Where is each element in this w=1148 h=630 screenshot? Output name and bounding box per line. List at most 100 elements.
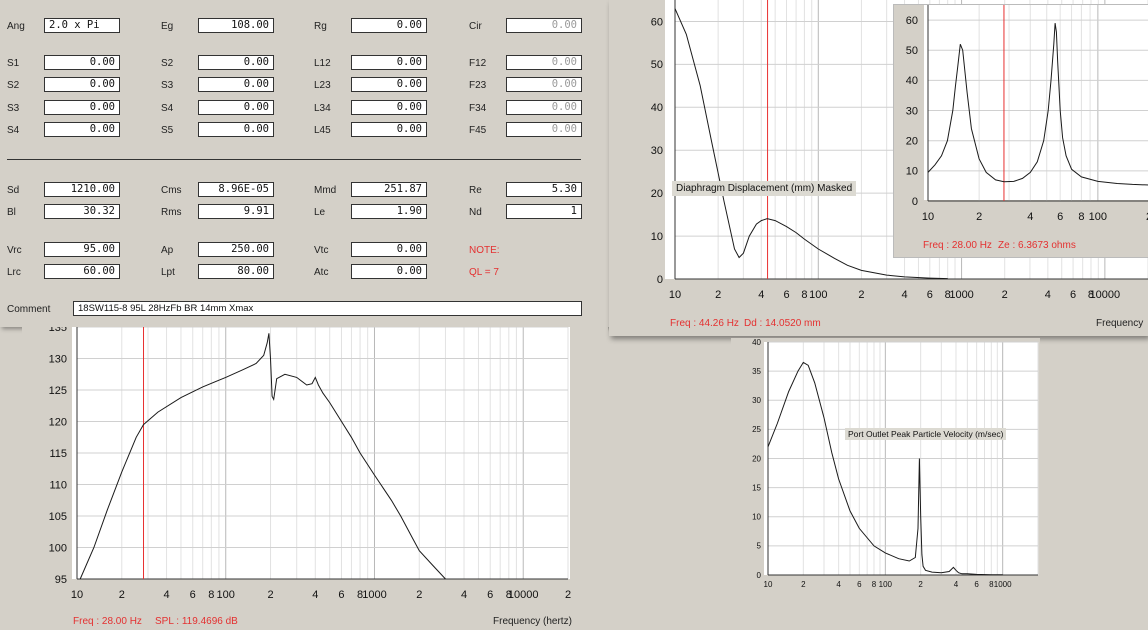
y-tick-label: 30 [752,396,761,405]
param-field-rms[interactable]: 9.91 [198,204,274,219]
param-label-l45: L45 [314,125,331,136]
x-tick-label: 2 [976,211,982,223]
param-label-ang: Ang [7,21,25,32]
param-field-s4[interactable]: 0.00 [198,100,274,115]
param-field-s5[interactable]: 0.00 [198,122,274,137]
y-tick-label: 110 [49,479,67,491]
param-field-mmd[interactable]: 251.87 [351,182,427,197]
y-tick-label: 0 [912,196,918,208]
param-field-l23[interactable]: 0.00 [351,77,427,92]
velocity-chart: 051015202530354010 2 4 6 8 100 2 4 6 8 1000 [752,338,1039,589]
param-field-lpt[interactable]: 80.00 [198,264,274,279]
param-field-l34[interactable]: 0.00 [351,100,427,115]
imp-freq-readout: Freq : 28.00 Hz [923,240,992,251]
param-label-s3: S3 [7,103,20,114]
param-label-l12: L12 [314,58,331,69]
param-label-s4: S4 [161,103,174,114]
spl-freq-readout: Freq : 28.00 Hz [73,616,142,627]
x-tick-label: 2 [565,589,571,601]
x-tick-label: 6 [974,580,979,589]
param-label-vrc: Vrc [7,245,22,256]
y-tick-label: 10 [752,513,761,522]
x-tick-label: 10000 [1090,289,1121,301]
param-field-rg[interactable]: 0.00 [351,18,427,33]
spl-x-axis-label: Frequency (hertz) [493,616,572,627]
param-field-nd[interactable]: 1 [506,204,582,219]
param-field-cms[interactable]: 8.96E-05 [198,182,274,197]
param-label-le: Le [314,207,326,218]
param-label-rms: Rms [161,207,182,218]
param-field-f12[interactable]: 0.00 [506,55,582,70]
param-label-s4: S4 [7,125,20,136]
param-field-f23[interactable]: 0.00 [506,77,582,92]
x-tick-label: 4 [163,589,169,601]
param-field-cir[interactable]: 0.00 [506,18,582,33]
param-field-s4[interactable]: 0.00 [44,122,120,137]
param-field-atc[interactable]: 0.00 [351,264,427,279]
y-tick-label: 100 [49,542,67,554]
comment-label: Comment [7,304,51,315]
x-tick-label: 10 [669,289,681,301]
param-field-f34[interactable]: 0.00 [506,100,582,115]
param-label-lrc: Lrc [7,267,21,278]
comment-field[interactable]: 18SW115-8 95L 28HzFb BR 14mm Xmax [73,301,582,316]
x-tick-label: 6 [857,580,862,589]
param-field-f45[interactable]: 0.00 [506,122,582,137]
x-tick-label: 2 [416,589,422,601]
param-label-s1: S1 [7,58,20,69]
spl-chart: 9510010511011512012513013510 2 4 6 8 100 2 4 6 8 1… [49,327,571,601]
y-tick-label: 50 [906,45,918,57]
x-tick-label: 100 [879,580,893,589]
params-divider [7,159,581,160]
param-field-ap[interactable]: 250.00 [198,242,274,257]
x-tick-label: 4 [312,589,318,601]
param-label-s5: S5 [161,125,174,136]
param-label-s2: S2 [161,58,174,69]
param-field-eg[interactable]: 108.00 [198,18,274,33]
param-field-bl[interactable]: 30.32 [44,204,120,219]
param-field-vrc[interactable]: 95.00 [44,242,120,257]
param-label-mmd: Mmd [314,185,337,196]
x-tick-label: 6 [338,589,344,601]
imp-ze-readout: Ze : 6.3673 ohms [998,240,1076,251]
param-field-s1[interactable]: 0.00 [44,55,120,70]
velocity-overlay-label: Port Outlet Peak Particle Velocity (m/se… [845,428,1007,440]
param-label-vtc: Vtc [314,245,329,256]
y-tick-label: 20 [906,136,918,148]
param-label-rg: Rg [314,21,327,32]
y-tick-label: 105 [49,511,67,523]
x-tick-label: 2 [918,580,923,589]
param-field-l45[interactable]: 0.00 [351,122,427,137]
param-field-s2[interactable]: 0.00 [44,77,120,92]
param-field-re[interactable]: 5.30 [506,182,582,197]
param-field-l12[interactable]: 0.00 [351,55,427,70]
y-tick-label: 50 [651,59,663,71]
x-tick-label: 100 [217,589,235,601]
param-field-sd[interactable]: 1210.00 [44,182,120,197]
param-field-ang[interactable]: 2.0 x Pi [44,18,120,33]
y-tick-label: 5 [757,542,762,551]
x-tick-label: 2 [1002,289,1008,301]
param-field-lrc[interactable]: 60.00 [44,264,120,279]
x-tick-label: 4 [461,589,467,601]
x-tick-label: 10000 [508,589,539,601]
param-label-l34: L34 [314,103,331,114]
x-tick-label: 10 [764,580,773,589]
y-tick-label: 25 [752,425,761,434]
param-field-s2[interactable]: 0.00 [198,55,274,70]
y-tick-label: 125 [49,385,67,397]
y-tick-label: 135 [49,327,67,334]
param-field-le[interactable]: 1.90 [351,204,427,219]
y-tick-label: 95 [55,574,67,586]
param-field-vtc[interactable]: 0.00 [351,242,427,257]
y-tick-label: 0 [757,571,762,580]
param-field-s3[interactable]: 0.00 [198,77,274,92]
y-tick-label: 40 [906,75,918,87]
y-tick-label: 30 [906,105,918,117]
param-field-s3[interactable]: 0.00 [44,100,120,115]
param-label-cir: Cir [469,21,482,32]
y-tick-label: 60 [651,16,663,28]
x-tick-label: 6 [190,589,196,601]
param-label-lpt: Lpt [161,267,175,278]
impedance-chart: 01020304050601024681002 [906,5,1148,223]
